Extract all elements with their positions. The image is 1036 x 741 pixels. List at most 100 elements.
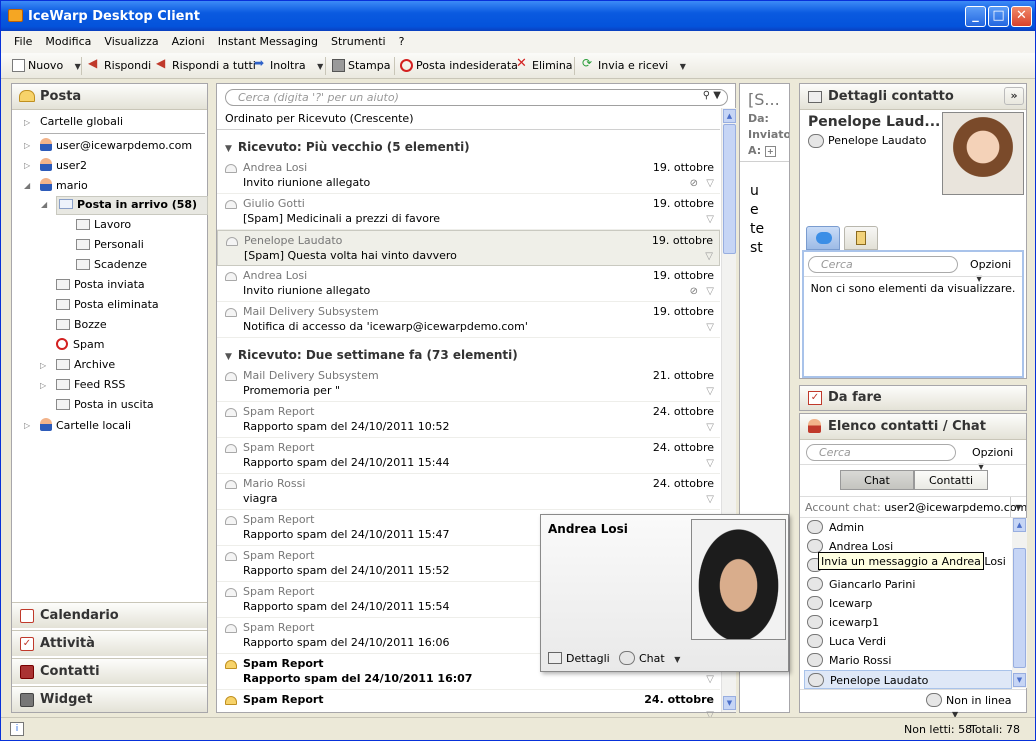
send-receive-button[interactable]: ⟳ Invia e ricevi ▼: [581, 56, 686, 76]
flag-icon[interactable]: ▽: [706, 214, 714, 225]
menu-file[interactable]: File: [1, 31, 39, 53]
global-folders[interactable]: ▷ Cartelle globali: [24, 115, 123, 134]
search-icon[interactable]: ⚲ ▼: [703, 90, 721, 101]
message-row[interactable]: Penelope Laudato [Spam] Questa volta hai …: [217, 230, 720, 266]
contacts-scrollbar[interactable]: ▲ ▼: [1012, 518, 1027, 688]
junk-button[interactable]: Posta indesiderata: [399, 56, 518, 76]
menu-instant-messaging[interactable]: Instant Messaging: [212, 31, 325, 53]
flag-icon[interactable]: ▽: [706, 386, 714, 397]
minimize-button[interactable]: _: [965, 6, 986, 27]
contact-details-header[interactable]: Dettagli contatto »: [800, 84, 1026, 110]
options-dropdown[interactable]: Opzioni ▼: [970, 258, 1022, 284]
folder-deleted[interactable]: Posta eliminata: [56, 298, 159, 317]
contact-list-item[interactable]: Icewarp: [804, 594, 1012, 613]
sort-bar[interactable]: Ordinato per Ricevuto (Crescente): [217, 108, 720, 130]
contact-list-item[interactable]: Mario Rossi: [804, 651, 1012, 670]
title-bar[interactable]: IceWarp Desktop Client _ □ ✕: [1, 1, 1035, 31]
folder-drafts[interactable]: Bozze: [56, 318, 107, 337]
mail-section-header[interactable]: Posta: [12, 84, 207, 110]
status-bar: i Non letti: 58 Totali: 78: [1, 717, 1035, 740]
message-row[interactable]: Andrea Losi Invito riunione allegato 19. o…: [217, 266, 720, 302]
envelope-icon: [225, 588, 237, 597]
contact-list-item[interactable]: Luca Verdi: [804, 632, 1012, 651]
group-header[interactable]: ▼ Ricevuto: Due settimane fa (73 elementi…: [225, 345, 720, 365]
message-row[interactable]: Giulio Gotti [Spam] Medicinali a prezzi d…: [217, 194, 720, 230]
message-row[interactable]: Mail Delivery Subsystem Notifica di acces…: [217, 302, 720, 338]
scroll-thumb[interactable]: [723, 124, 736, 254]
flag-icon[interactable]: ▽: [705, 251, 713, 262]
search-input[interactable]: Cerca (digita '?' per un aiuto) ⚲ ▼: [225, 89, 728, 106]
tasks-icon: ✓: [20, 637, 34, 651]
delete-button[interactable]: ✕ Elimina: [515, 56, 573, 76]
local-folders[interactable]: ▷ Cartelle locali: [24, 418, 131, 437]
chat-account-select[interactable]: Account chat: user2@icewarpdemo.com/ ▼: [800, 496, 1026, 518]
folder-scadenze[interactable]: Scadenze: [76, 258, 147, 277]
contact-chat-name[interactable]: Penelope Laudato: [808, 134, 926, 148]
popup-chat-button[interactable]: Chat ▼: [619, 651, 680, 665]
scroll-down-arrow[interactable]: ▼: [723, 696, 736, 710]
message-row[interactable]: Spam Report Rapporto spam del 24/10/2011 …: [217, 438, 720, 474]
tab-chat[interactable]: Chat: [840, 470, 914, 490]
contact-list-item[interactable]: Penelope Laudato: [804, 670, 1012, 689]
folder-rss[interactable]: ▷ Feed RSS: [40, 378, 125, 397]
tab-contacts[interactable]: Contatti: [914, 470, 988, 490]
folder-outbox[interactable]: Posta in uscita: [56, 398, 154, 417]
group-header[interactable]: ▼ Ricevuto: Più vecchio (5 elementi): [225, 137, 720, 157]
account-user2[interactable]: ▷ user2: [24, 158, 87, 177]
message-row[interactable]: Spam Report Rapporto spam del 24/10/2011 …: [217, 402, 720, 438]
menu-edit[interactable]: Modifica: [39, 31, 98, 53]
flag-icon[interactable]: ▽: [706, 458, 714, 469]
scroll-up-arrow[interactable]: ▲: [1013, 518, 1026, 532]
nav-widget[interactable]: Widget: [12, 686, 207, 712]
nav-tasks[interactable]: ✓ Attività: [12, 630, 207, 656]
maximize-button[interactable]: □: [988, 6, 1009, 27]
contact-list-item[interactable]: icewarp1: [804, 613, 1012, 632]
tab-attachments[interactable]: [844, 226, 878, 250]
folder-personali[interactable]: Personali: [76, 238, 144, 257]
info-icon[interactable]: i: [10, 722, 24, 736]
chevron-down-icon[interactable]: ▼: [1010, 497, 1026, 517]
contact-list-item[interactable]: Admin: [804, 518, 1012, 537]
contact-list-item[interactable]: Giancarlo Parini: [804, 575, 1012, 594]
folder-spam[interactable]: Spam: [56, 338, 104, 357]
reply-button[interactable]: ◀ Rispondi: [87, 56, 151, 76]
flag-icon[interactable]: ▽: [706, 178, 714, 189]
flag-icon[interactable]: ▽: [706, 286, 714, 297]
nav-calendar[interactable]: Calendario: [12, 602, 207, 628]
popup-details-button[interactable]: Dettagli: [548, 652, 610, 665]
close-button[interactable]: ✕: [1011, 6, 1032, 27]
message-row[interactable]: Andrea Losi Invito riunione allegato 19. o…: [217, 158, 720, 194]
account-mario[interactable]: ◢ mario: [24, 178, 88, 197]
expand-icon[interactable]: »: [1004, 87, 1024, 105]
menu-help[interactable]: ?: [393, 31, 412, 53]
tab-chat-history[interactable]: [806, 226, 840, 250]
folder-lavoro[interactable]: Lavoro: [76, 218, 131, 237]
contact-search-input[interactable]: Cerca: [806, 444, 956, 461]
flag-icon[interactable]: ▽: [706, 422, 714, 433]
flag-icon[interactable]: ▽: [706, 674, 714, 685]
account-user[interactable]: ▷ user@icewarpdemo.com: [24, 138, 192, 157]
folder-sent[interactable]: Posta inviata: [56, 278, 145, 297]
attachment-search-input[interactable]: Cerca: [808, 256, 958, 273]
menu-view[interactable]: Visualizza: [98, 31, 165, 53]
scroll-up-arrow[interactable]: ▲: [723, 109, 736, 123]
print-button[interactable]: Stampa: [331, 56, 390, 76]
todo-header[interactable]: ✓ Da fare: [799, 385, 1027, 411]
message-row[interactable]: Mail Delivery Subsystem Promemoria per " 2…: [217, 366, 720, 402]
forward-button[interactable]: ➡ Inoltra ▼: [253, 56, 323, 76]
menu-actions[interactable]: Azioni: [166, 31, 212, 53]
flag-icon[interactable]: ▽: [706, 322, 714, 333]
folder-archive[interactable]: ▷ Archive: [40, 358, 115, 377]
reply-all-button[interactable]: ◀ Rispondi a tutti: [155, 56, 256, 76]
contacts-header[interactable]: Elenco contatti / Chat: [800, 414, 1026, 440]
contacts-options-dropdown[interactable]: Opzioni ▼: [972, 446, 1026, 472]
scroll-down-arrow[interactable]: ▼: [1013, 673, 1026, 687]
message-row[interactable]: Mario Rossi viagra 24. ottobre ▽: [217, 474, 720, 510]
message-subject: Rapporto spam del 24/10/2011 15:52: [243, 564, 450, 577]
nav-contacts[interactable]: Contatti: [12, 658, 207, 684]
flag-icon[interactable]: ▽: [706, 494, 714, 505]
new-button[interactable]: Nuovo ▼: [11, 56, 81, 76]
folder-inbox[interactable]: ◢ Posta in arrivo (58): [41, 196, 208, 215]
scroll-thumb[interactable]: [1013, 548, 1026, 668]
menu-tools[interactable]: Strumenti: [325, 31, 393, 53]
